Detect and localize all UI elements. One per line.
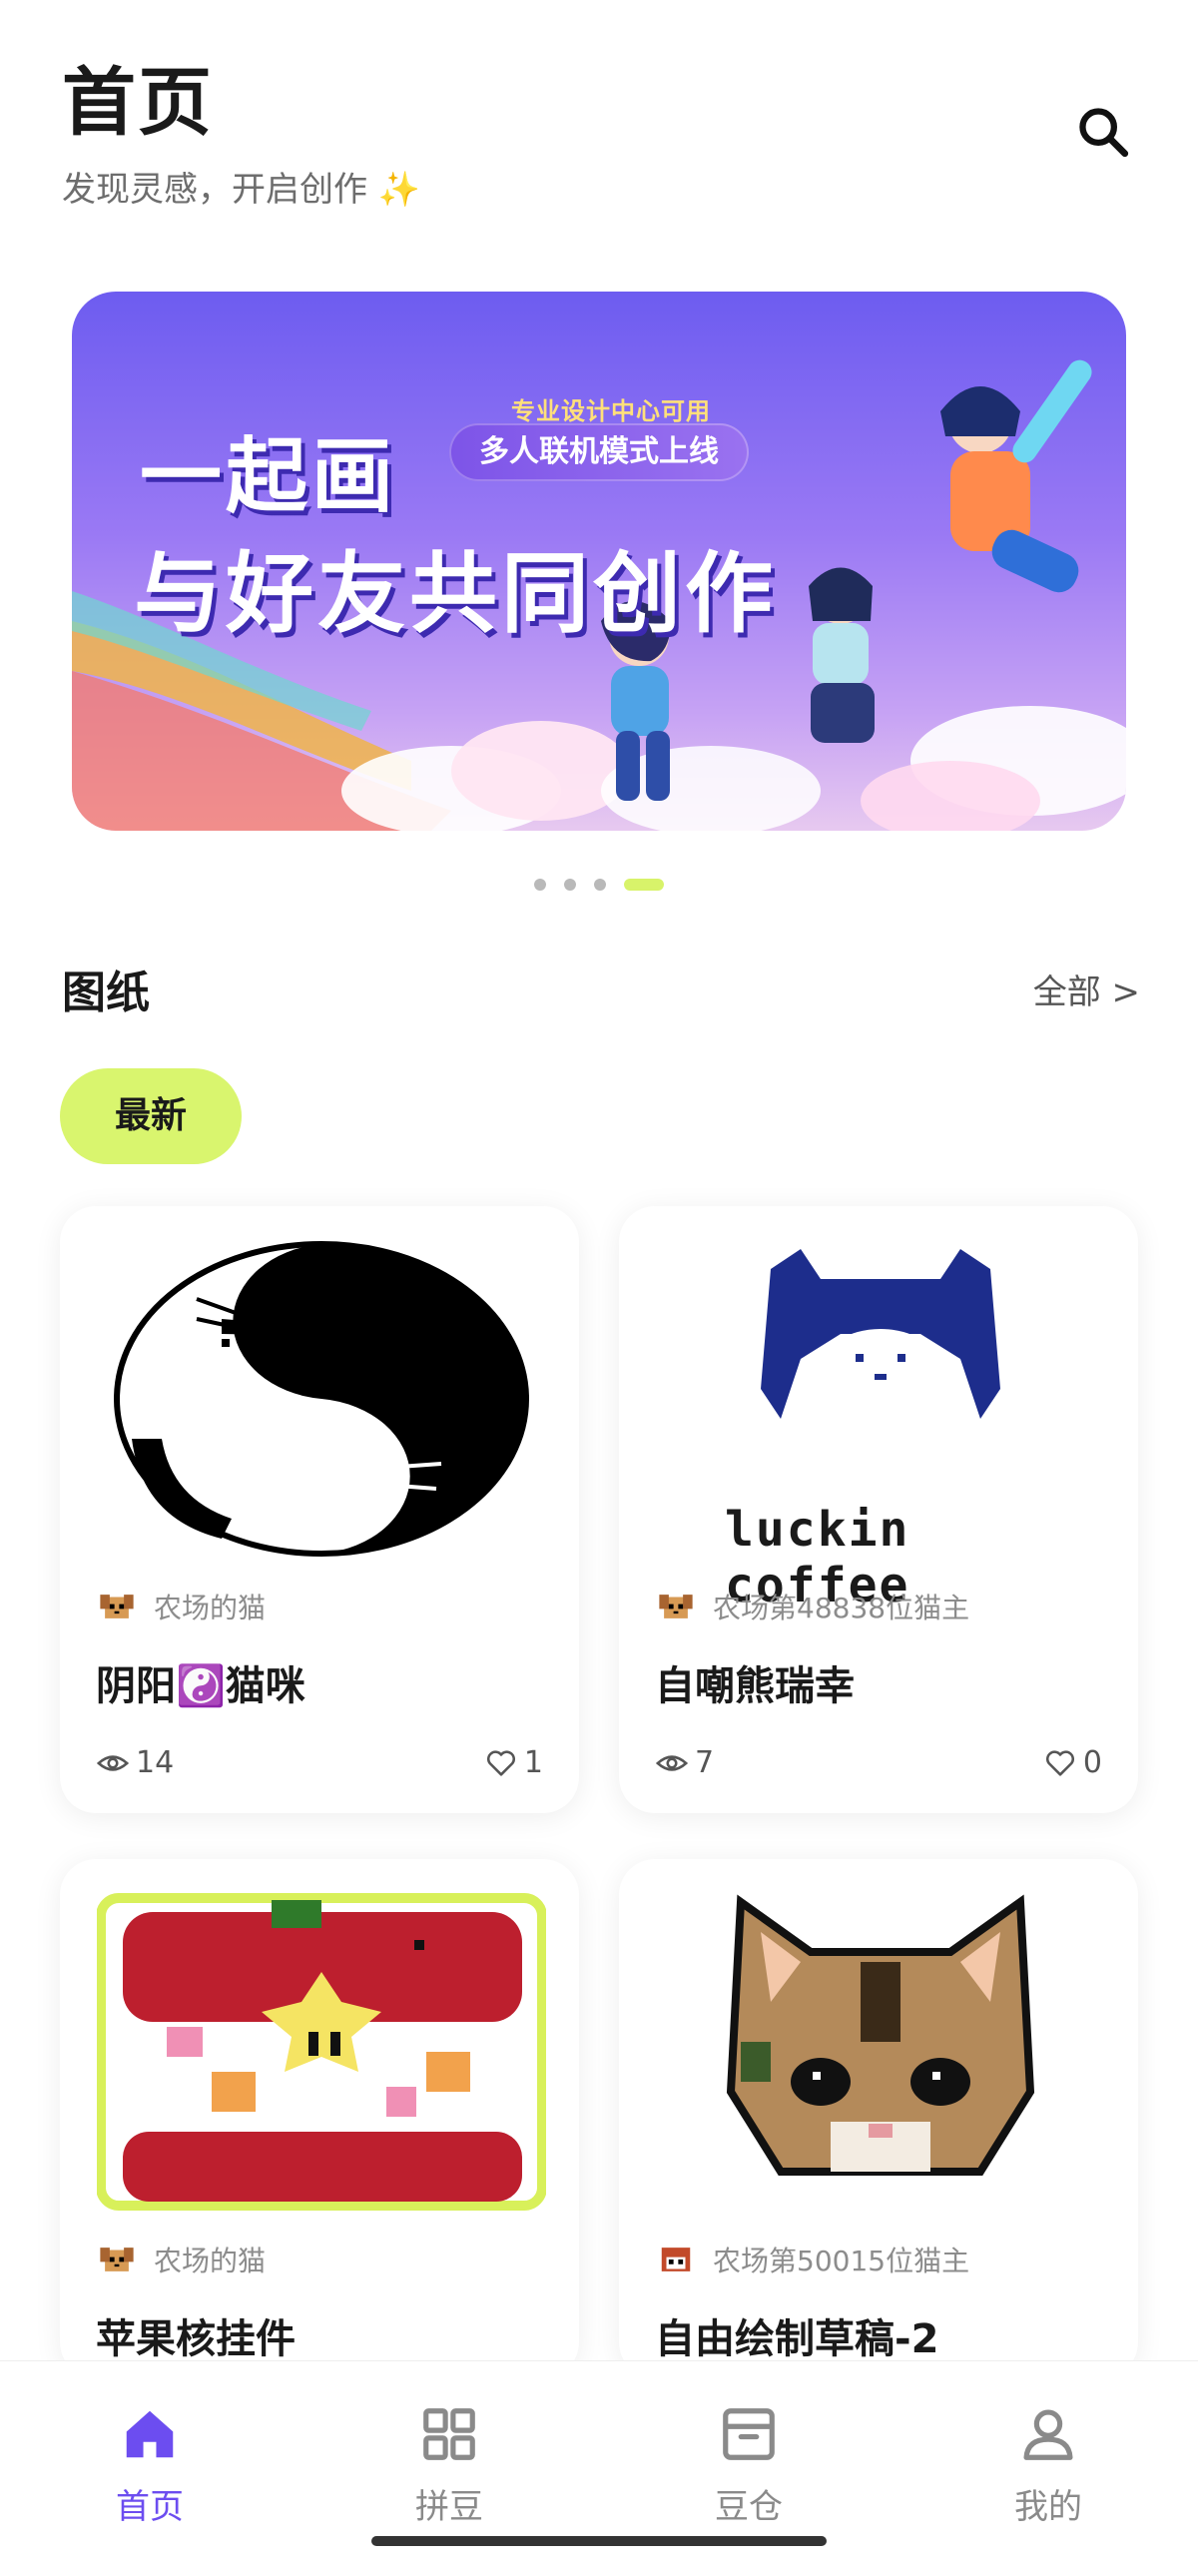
card-stats: 14 1 <box>96 1745 543 1780</box>
card-meta: 农场的猫 <box>96 2239 266 2280</box>
carousel-dot[interactable] <box>534 879 546 891</box>
card-author: 农场的猫 <box>154 1592 267 1624</box>
nav-item-home[interactable]: 首页 <box>60 2403 240 2528</box>
banner-headline-1: 一起画 <box>140 429 398 524</box>
heart-icon <box>1045 1749 1074 1776</box>
card-meta: 农场第50015位猫主 <box>655 2239 969 2280</box>
view-count-value: 14 <box>136 1745 175 1780</box>
pattern-image <box>96 1887 547 2217</box>
carousel-dot[interactable] <box>594 879 606 891</box>
pattern-image: luckin coffee <box>655 1234 1106 1613</box>
pattern-image <box>655 1887 1106 2217</box>
pattern-card[interactable]: 农场第50015位猫主 自由绘制草稿-2 <box>619 1859 1138 2378</box>
home-icon <box>126 2410 174 2458</box>
pattern-card[interactable]: 农场的猫 苹果核挂件 <box>60 1859 579 2378</box>
nav-label: 拼豆 <box>415 2487 483 2527</box>
carousel-dot-active[interactable] <box>624 879 664 891</box>
page-title: 首页 <box>62 60 214 146</box>
carousel-indicator[interactable] <box>0 879 1198 891</box>
see-all-link[interactable]: 全部 > <box>1033 965 1140 1013</box>
card-author: 农场第50015位猫主 <box>713 2245 970 2277</box>
banner-headline-2: 与好友共同创作 <box>134 542 778 645</box>
nav-label: 首页 <box>116 2487 184 2527</box>
card-author: 农场的猫 <box>154 2245 267 2277</box>
dog-avatar-icon <box>96 1586 138 1627</box>
view-count: 14 <box>96 1745 174 1780</box>
card-meta: 农场第48838位猫主 <box>655 1586 969 1627</box>
card-title: 自嘲熊瑞幸 <box>655 1663 855 1709</box>
promo-banner[interactable]: 一起画 专业设计中心可用 多人联机模式上线 与好友共同创作 <box>72 292 1126 831</box>
profile-icon <box>1023 2409 1073 2460</box>
card-title: 阴阳☯️猫咪 <box>96 1663 305 1709</box>
pattern-card[interactable]: 农场的猫 阴阳☯️猫咪 14 1 <box>60 1206 579 1813</box>
red-panda-avatar-icon <box>655 2239 697 2280</box>
card-stats: 7 0 <box>655 1745 1102 1780</box>
filter-chip-latest[interactable]: 最新 <box>60 1068 242 1164</box>
like-button[interactable]: 0 <box>1043 1745 1102 1780</box>
card-meta: 农场的猫 <box>96 1586 266 1627</box>
page-subtitle: 发现灵感，开启创作 ✨ <box>62 170 421 210</box>
archive-icon <box>723 2408 775 2460</box>
search-button[interactable] <box>1066 95 1140 169</box>
header: 首页 发现灵感，开启创作 ✨ <box>62 58 420 211</box>
nav-item-doucang[interactable]: 豆仓 <box>659 2403 839 2528</box>
section-title: 图纸 <box>62 967 150 1018</box>
banner-pill: 多人联机模式上线 <box>449 423 749 481</box>
view-count: 7 <box>655 1745 714 1780</box>
nav-label: 豆仓 <box>715 2487 783 2527</box>
heart-icon <box>486 1749 515 1776</box>
eye-icon <box>655 1754 689 1771</box>
home-screen: 首页 发现灵感，开启创作 ✨ 一起画 专业设计中心可用 多人联机模式上线 与好友… <box>0 0 1198 2576</box>
like-count-value: 0 <box>1082 1745 1102 1780</box>
bottom-navigation: 首页 拼豆 豆仓 我的 <box>0 2360 1198 2576</box>
card-title: 自由绘制草稿-2 <box>655 2316 939 2362</box>
grid-icon <box>423 2408 475 2460</box>
dog-avatar-icon <box>96 2239 138 2280</box>
home-indicator[interactable] <box>371 2536 827 2546</box>
yin-yang-cat-pixel <box>114 1241 529 1557</box>
nav-item-profile[interactable]: 我的 <box>958 2403 1138 2528</box>
card-author: 农场第48838位猫主 <box>713 1592 970 1624</box>
like-button[interactable]: 1 <box>484 1745 543 1780</box>
pattern-image <box>96 1234 547 1564</box>
nav-label: 我的 <box>1014 2487 1082 2527</box>
view-count-value: 7 <box>695 1745 715 1780</box>
dog-avatar-icon <box>655 1586 697 1627</box>
carousel-dot[interactable] <box>564 879 576 891</box>
nav-item-pindou[interactable]: 拼豆 <box>359 2403 539 2528</box>
search-icon <box>1079 108 1129 158</box>
banner-tag: 专业设计中心可用 <box>511 397 711 425</box>
apple-core-pixel <box>97 1893 546 2211</box>
like-count-value: 1 <box>523 1745 543 1780</box>
card-title: 苹果核挂件 <box>96 2316 296 2362</box>
tabby-cat-pixel <box>726 1894 1035 2176</box>
eye-icon <box>96 1754 130 1771</box>
pattern-card[interactable]: luckin coffee 农场第48838位猫主 自嘲熊瑞幸 7 0 <box>619 1206 1138 1813</box>
